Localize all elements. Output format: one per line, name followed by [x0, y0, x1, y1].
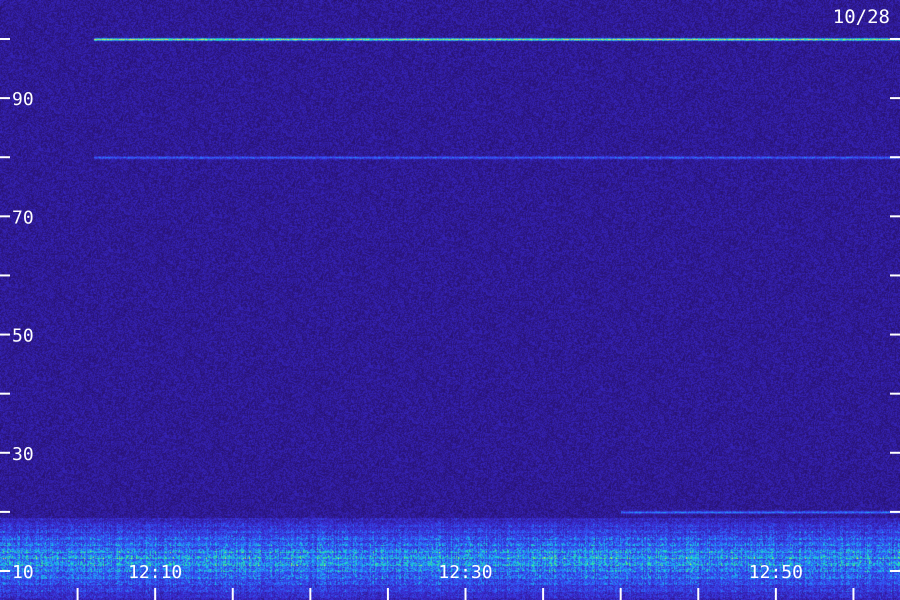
- axis-overlay: 10 30 50 70 90 12:10 12:30 12:50: [0, 38, 900, 600]
- x-tick-label-1230: 12:30: [438, 562, 492, 583]
- x-tick-label-1250: 12:50: [749, 562, 803, 583]
- date-label: 10/28: [832, 6, 890, 28]
- y-tick-label-50: 50: [12, 326, 34, 347]
- x-tick-label-1210: 12:10: [128, 562, 182, 583]
- y-tick-label-70: 70: [12, 207, 34, 228]
- y-tick-label-90: 90: [12, 89, 34, 110]
- spectrogram-panel: 10 30 50 70 90 12:10 12:30 12:50 10/28: [0, 0, 900, 600]
- y-tick-label-30: 30: [12, 444, 34, 465]
- y-tick-label-10: 10: [12, 562, 34, 583]
